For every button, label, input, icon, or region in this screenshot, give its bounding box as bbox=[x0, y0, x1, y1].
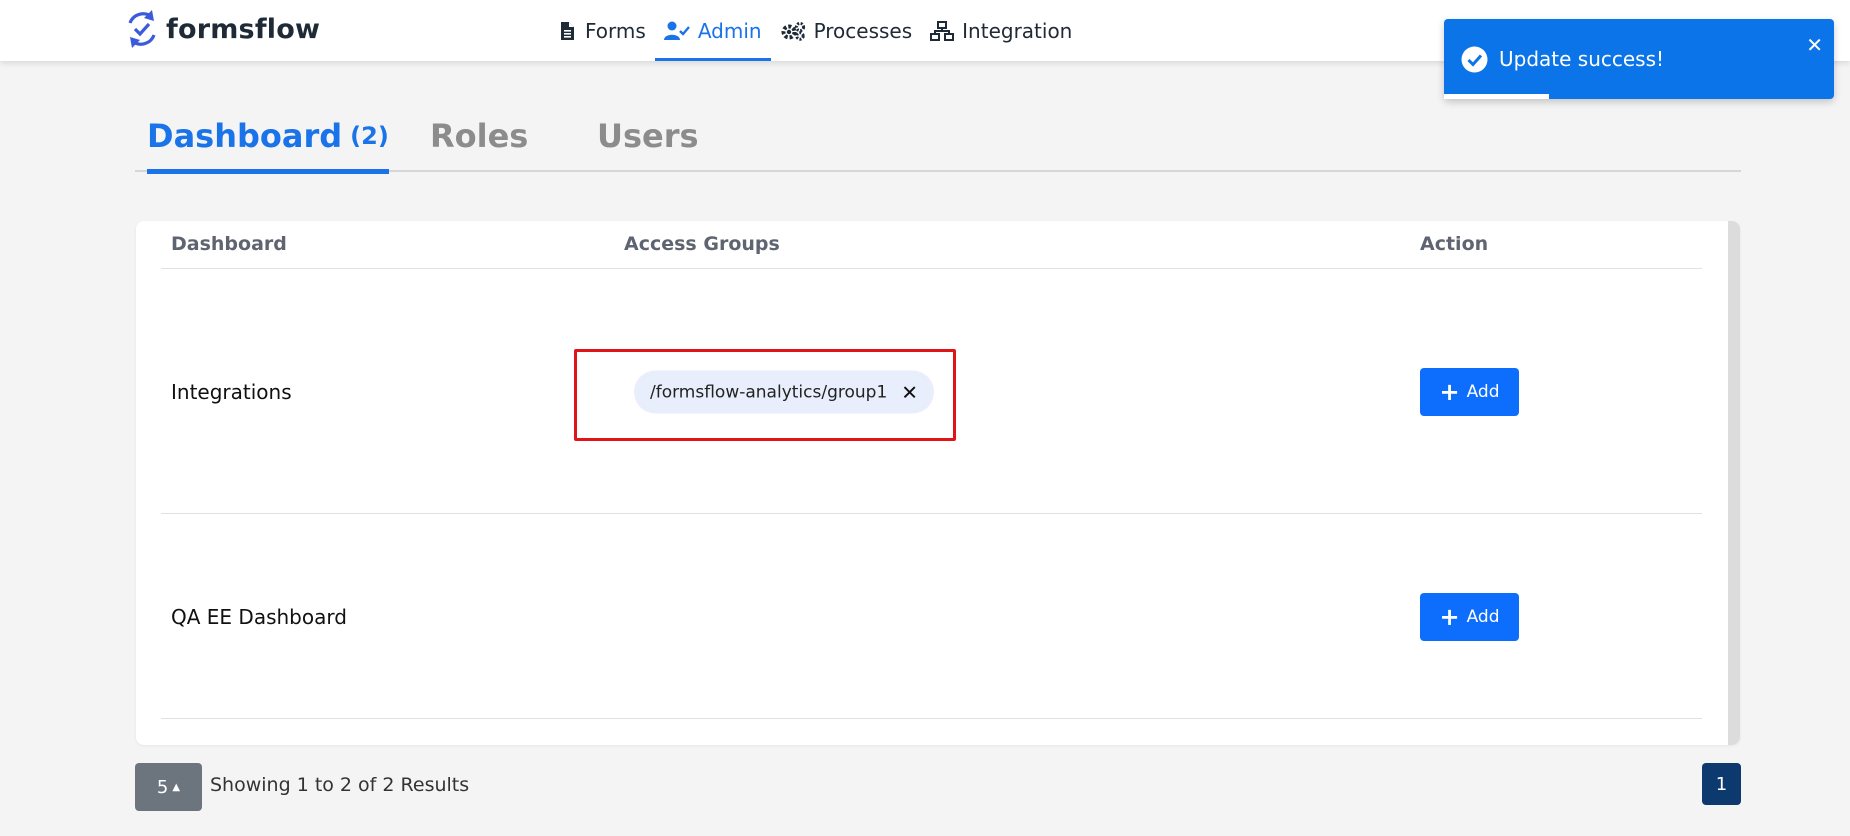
results-summary: Showing 1 to 2 of 2 Results bbox=[210, 774, 470, 796]
dashboard-name: Integrations bbox=[171, 380, 292, 404]
nav-item-admin[interactable]: Admin bbox=[654, 0, 771, 61]
tab-users[interactable]: Users bbox=[597, 110, 699, 172]
plus-icon: + bbox=[1439, 378, 1460, 406]
toast-progress-bar bbox=[1444, 94, 1550, 99]
table-row: Integrations /formsflow-analytics/group1… bbox=[161, 270, 1702, 514]
nav-item-processes[interactable]: Processes bbox=[771, 0, 922, 61]
nav-label-integration: Integration bbox=[962, 18, 1073, 43]
brand-name: formsflow bbox=[166, 13, 321, 45]
tab-dashboard-label: Dashboard bbox=[147, 117, 343, 155]
add-button-label: Add bbox=[1466, 607, 1500, 627]
page-size-value: 5 bbox=[156, 776, 169, 798]
nav-item-forms[interactable]: Forms bbox=[548, 0, 655, 61]
tab-dashboard[interactable]: Dashboard (2) bbox=[147, 110, 389, 174]
caret-up-icon: ▲ bbox=[172, 781, 181, 793]
check-circle-icon bbox=[1461, 46, 1488, 73]
formsflow-logo-icon bbox=[128, 10, 156, 48]
add-group-button[interactable]: + Add bbox=[1420, 368, 1519, 416]
access-group-label: /formsflow-analytics/group1 bbox=[650, 382, 888, 402]
success-toast: Update success! ✕ bbox=[1444, 19, 1834, 99]
column-header-action: Action bbox=[1420, 233, 1489, 255]
file-icon bbox=[561, 21, 574, 40]
tab-roles[interactable]: Roles bbox=[430, 110, 528, 172]
access-group-chip: /formsflow-analytics/group1 ✕ bbox=[634, 370, 935, 414]
plus-icon: + bbox=[1439, 603, 1460, 631]
dashboard-table-card: Dashboard Access Groups Action Integrati… bbox=[136, 221, 1740, 745]
admin-tabs: Dashboard (2) Roles Users bbox=[135, 110, 1741, 174]
page-button-1[interactable]: 1 bbox=[1702, 763, 1741, 805]
add-button-label: Add bbox=[1466, 382, 1500, 402]
dashboard-name: QA EE Dashboard bbox=[171, 605, 347, 629]
brand[interactable]: formsflow bbox=[124, 7, 320, 51]
tab-roles-label: Roles bbox=[430, 117, 529, 155]
add-group-button[interactable]: + Add bbox=[1420, 593, 1519, 641]
nav-label-forms: Forms bbox=[585, 18, 646, 43]
table-scrollbar[interactable] bbox=[1728, 221, 1740, 745]
close-icon[interactable]: ✕ bbox=[1806, 33, 1823, 57]
table-row: QA EE Dashboard + Add bbox=[161, 514, 1702, 719]
main-nav: Forms Admin Processes Integration bbox=[548, 0, 1081, 61]
nav-label-admin: Admin bbox=[697, 18, 762, 43]
user-check-icon bbox=[663, 21, 690, 40]
cogs-icon bbox=[781, 21, 805, 41]
table-header: Dashboard Access Groups Action bbox=[161, 221, 1702, 269]
nav-item-integration[interactable]: Integration bbox=[921, 0, 1081, 61]
sitemap-icon bbox=[930, 20, 955, 41]
column-header-dashboard: Dashboard bbox=[171, 233, 287, 255]
toast-message: Update success! bbox=[1499, 47, 1665, 71]
tab-dashboard-count: (2) bbox=[350, 122, 389, 150]
tab-users-label: Users bbox=[597, 117, 699, 155]
remove-group-icon[interactable]: ✕ bbox=[901, 380, 918, 404]
page-size-dropdown[interactable]: 5 ▲ bbox=[135, 763, 202, 811]
nav-label-processes: Processes bbox=[813, 18, 913, 43]
column-header-access-groups: Access Groups bbox=[624, 233, 780, 255]
